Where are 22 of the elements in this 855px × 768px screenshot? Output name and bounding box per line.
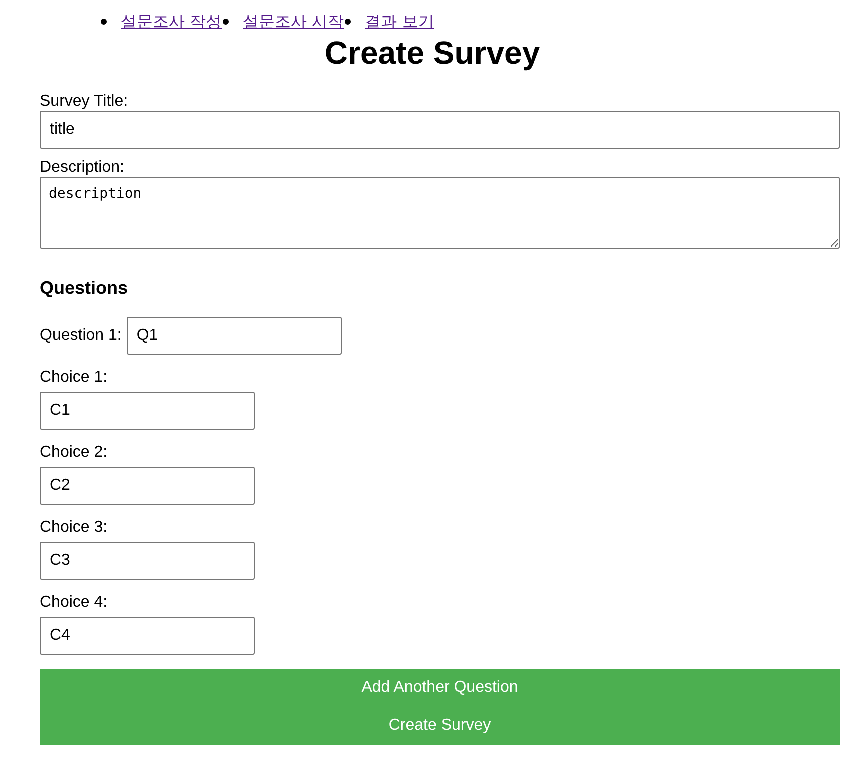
textarea-field[interactable]: description bbox=[40, 177, 840, 249]
field-label: Choice 4: bbox=[40, 594, 108, 612]
field-label: Description: bbox=[40, 159, 124, 177]
page-title: Create Survey bbox=[324, 34, 542, 73]
field-label: Choice 3: bbox=[40, 519, 108, 537]
nav-link[interactable]: 설문조사 시작 bbox=[243, 12, 344, 32]
input-field[interactable]: C3 bbox=[40, 542, 255, 580]
nav-link[interactable]: 설문조사 작성 bbox=[121, 12, 222, 32]
input-field[interactable]: title bbox=[40, 111, 840, 149]
bullet-icon bbox=[101, 19, 107, 25]
field-label: Question 1: bbox=[40, 327, 122, 345]
input-field[interactable]: Q1 bbox=[126, 317, 342, 355]
nav-link[interactable]: 결과 보기 bbox=[365, 12, 434, 32]
field-label: Choice 2: bbox=[40, 444, 108, 462]
input-field[interactable]: C1 bbox=[40, 392, 255, 430]
field-label: Survey Title: bbox=[40, 93, 128, 111]
input-field[interactable]: C4 bbox=[40, 617, 255, 655]
bullet-icon bbox=[223, 19, 230, 25]
field-label: Choice 1: bbox=[40, 369, 108, 387]
section-heading: Questions bbox=[40, 277, 128, 299]
input-field[interactable]: C2 bbox=[40, 467, 255, 505]
bullet-icon bbox=[345, 19, 352, 25]
